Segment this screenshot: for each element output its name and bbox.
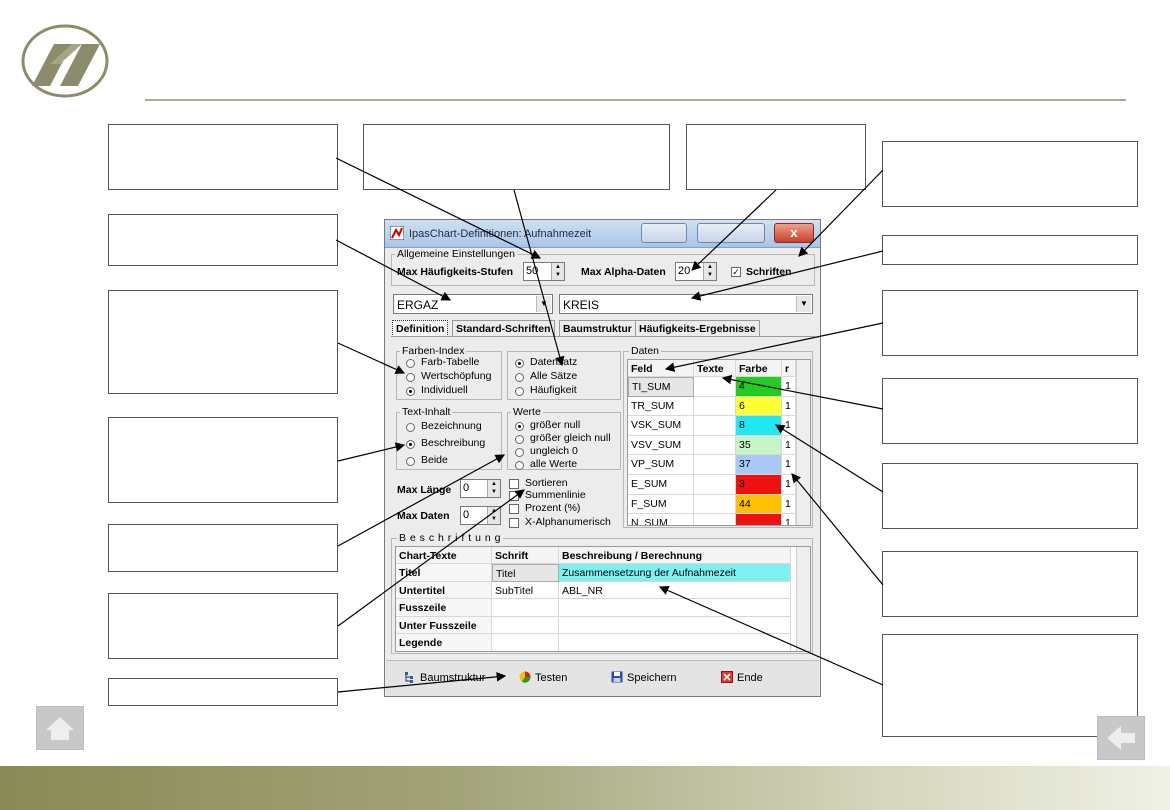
back-arrow-icon [1107, 726, 1135, 750]
back-button[interactable] [1097, 716, 1145, 760]
home-icon [46, 717, 74, 740]
home-button[interactable] [36, 706, 84, 750]
footer-band [0, 766, 1170, 810]
annotation-arrows [335, 157, 884, 693]
